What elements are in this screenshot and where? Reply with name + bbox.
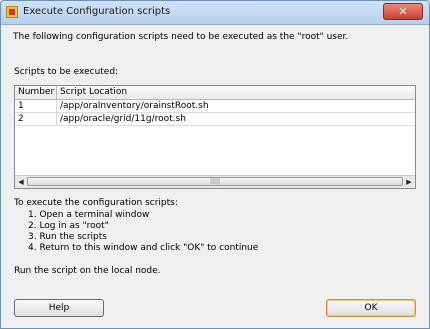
ok-button[interactable]: OK [326, 299, 416, 317]
help-button[interactable]: Help [14, 299, 104, 317]
column-header-script-location[interactable]: Script Location [57, 86, 415, 99]
column-header-number[interactable]: Number [15, 86, 57, 99]
close-button[interactable]: ✕ [383, 3, 423, 20]
instruction-step: 3. Run the scripts [28, 232, 107, 242]
row-number: 1 [15, 100, 57, 112]
row-script-location: /app/oracle/grid/11g/root.sh [60, 114, 186, 124]
intro-text: The following configuration scripts need… [13, 32, 349, 42]
table-row[interactable]: 2 /app/oracle/grid/11g/root.sh [15, 113, 415, 126]
local-node-note: Run the script on the local node. [14, 266, 161, 276]
app-icon [6, 6, 18, 18]
scrollbar-thumb[interactable]: ||||| [27, 177, 403, 186]
instruction-step: 2. Log in as "root" [28, 221, 109, 231]
table-row[interactable]: 1 /app/oraInventory/orainstRoot.sh [15, 100, 415, 113]
row-script-location: /app/oraInventory/orainstRoot.sh [60, 101, 209, 111]
instruction-step: 1. Open a terminal window [28, 210, 150, 220]
table-header: Number Script Location [15, 86, 415, 100]
scripts-label: Scripts to be executed: [14, 67, 119, 77]
dialog-window: Execute Configuration scripts ✕ The foll… [0, 0, 430, 329]
horizontal-scrollbar[interactable]: ◀ ||||| ▶ [15, 175, 415, 188]
window-title: Execute Configuration scripts [23, 6, 171, 17]
title-bar[interactable]: Execute Configuration scripts ✕ [1, 1, 429, 25]
scroll-left-icon[interactable]: ◀ [15, 176, 27, 188]
scroll-right-icon[interactable]: ▶ [403, 176, 415, 188]
scripts-table: Number Script Location 1 /app/oraInvento… [14, 85, 416, 189]
instructions-heading: To execute the configuration scripts: [14, 198, 178, 208]
instruction-step: 4. Return to this window and click "OK" … [28, 243, 259, 253]
row-number: 2 [15, 113, 57, 125]
dialog-content: The following configuration scripts need… [1, 25, 429, 328]
